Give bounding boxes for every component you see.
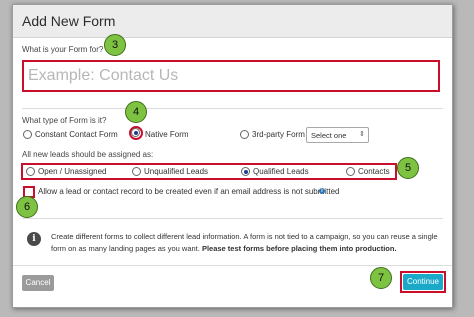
option-label-open-unassigned: Open / Unassigned [38,167,107,176]
divider [22,218,443,219]
option-label-qualified-leads: Qualified Leads [253,167,309,176]
info-message: Create different forms to collect differ… [51,231,445,255]
callout-badge-6: 6 [16,196,38,218]
radio-unqualified-leads[interactable] [132,167,141,176]
cancel-button[interactable]: Cancel [22,275,54,291]
add-new-form-dialog: Add New Form What is your Form for? What… [12,4,453,308]
continue-button[interactable]: Continue [403,274,443,290]
help-icon[interactable]: i [319,188,325,194]
third-party-select[interactable]: Select one ⇕ [306,127,369,143]
option-label-contacts: Contacts [358,167,390,176]
allow-no-email-label: Allow a lead or contact record to be cre… [38,187,340,196]
option-label-unqualified-leads: Unqualified Leads [144,167,209,176]
lead-assignment-label: All new leads should be assigned as: [22,150,154,159]
form-type-label: What type of Form is it? [22,116,107,125]
callout-badge-7: 7 [370,267,392,289]
form-name-label: What is your Form for? [22,45,104,54]
radio-native-form[interactable] [131,128,140,137]
info-bold-text: Please test forms before placing them in… [201,244,397,253]
callout-badge-4: 4 [125,101,147,123]
info-icon: i [27,232,41,246]
form-name-input[interactable] [22,60,440,92]
chevron-updown-icon: ⇕ [359,131,365,138]
radio-3rd-party-form[interactable] [240,130,249,139]
radio-qualified-leads[interactable] [241,167,250,176]
dialog-header: Add New Form [13,5,452,38]
radio-open-unassigned[interactable] [26,167,35,176]
option-label-constant-contact-form: Constant Contact Form [35,130,118,139]
option-label-3rd-party-form: 3rd-party Form [252,130,305,139]
callout-badge-5: 5 [397,157,419,179]
callout-badge-3: 3 [104,34,126,56]
radio-constant-contact-form[interactable] [23,130,32,139]
footer-divider [13,265,452,266]
dialog-title: Add New Form [22,13,116,29]
radio-contacts[interactable] [346,167,355,176]
third-party-select-value: Select one [311,131,347,140]
continue-highlight: Continue [400,271,446,293]
divider [22,108,443,109]
option-label-native-form: Native Form [145,130,189,139]
